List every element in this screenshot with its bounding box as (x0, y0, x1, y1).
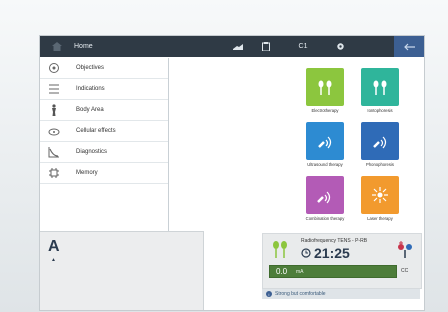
cellular-effects-icon (46, 124, 62, 138)
mode-label: CC (401, 268, 409, 274)
electrodes-icon (273, 241, 287, 258)
menu-item-indications[interactable]: Indications (40, 79, 168, 100)
tile-ultrasound-therapy[interactable] (306, 122, 344, 160)
menu-item-memory[interactable]: Memory (40, 163, 168, 184)
back-button[interactable] (394, 36, 424, 57)
gear-icon (336, 43, 344, 50)
channel-indicator[interactable]: C1 (280, 43, 326, 50)
menu-label: Cellular effects (76, 128, 116, 134)
program-name: Radiofrequency TENS - P-RB (301, 238, 368, 244)
page-title: Home (74, 43, 93, 50)
clipboard-button[interactable] (252, 36, 280, 57)
tile-label: Combination therapy (305, 216, 345, 221)
combination-icon (317, 191, 331, 204)
info-icon: i (266, 291, 272, 297)
tile-label: Phonophoresis (366, 162, 394, 167)
intensity-unit: mA (296, 269, 304, 275)
channel-a-panel[interactable]: A ▲ (40, 231, 204, 310)
intensity-value: 0.0 (276, 267, 288, 276)
clock-icon (301, 248, 311, 258)
channel-letter: A (48, 238, 60, 255)
tile-iontophoresis[interactable] (361, 68, 399, 106)
tile-label: Electrotherapy (311, 108, 339, 113)
body-area-icon (46, 103, 62, 117)
menu-label: Body Area (76, 107, 104, 113)
menu-label: Memory (76, 170, 98, 176)
menu-item-cellular-effects[interactable]: Cellular effects (40, 121, 168, 142)
treatment-status-panel[interactable]: Radiofrequency TENS - P-RB 21:25 0.0 mA … (262, 233, 422, 289)
tile-combination-therapy[interactable] (306, 176, 344, 214)
ultrasound-icon (318, 136, 332, 149)
info-text: Strong but comfortable (275, 291, 326, 297)
device-screen: Home C1 Objectives Indications Body Area (40, 36, 424, 310)
menu-label: Diagnostics (76, 149, 108, 155)
patient-icon (233, 44, 243, 50)
menu-item-diagnostics[interactable]: Diagnostics (40, 142, 168, 163)
clipboard-icon (262, 42, 270, 51)
ultrasound-icon (373, 136, 387, 149)
objectives-icon (46, 61, 62, 75)
tile-label: Iontophoresis (367, 108, 393, 113)
menu-item-objectives[interactable]: Objectives (40, 58, 168, 79)
info-bar: i Strong but comfortable (262, 289, 420, 299)
laser-icon (372, 187, 388, 203)
home-button[interactable] (40, 36, 74, 57)
channel-marker: ▲ (51, 257, 56, 263)
tile-phonophoresis[interactable] (361, 122, 399, 160)
tile-laser-therapy[interactable] (361, 176, 399, 214)
settings-button[interactable] (326, 36, 354, 57)
patient-button[interactable] (224, 36, 252, 57)
polarity-icon (398, 241, 412, 258)
intensity-bar[interactable]: 0.0 mA (269, 265, 397, 278)
timer: 21:25 (301, 245, 350, 261)
menu-label: Objectives (76, 65, 105, 71)
menu-label: Indications (76, 86, 105, 92)
timer-value: 21:25 (314, 245, 350, 261)
electrodes-icon (373, 80, 387, 95)
navigation-menu: Objectives Indications Body Area Cellula… (40, 58, 169, 231)
arrow-left-icon (404, 43, 415, 50)
top-bar: Home C1 (40, 36, 424, 57)
tile-electrotherapy[interactable] (306, 68, 344, 106)
home-icon (52, 42, 62, 51)
tile-label: Ultrasound therapy (307, 162, 343, 167)
electrodes-icon (318, 80, 332, 95)
indications-icon (46, 82, 62, 96)
memory-icon (46, 166, 62, 180)
menu-item-body-area[interactable]: Body Area (40, 100, 168, 121)
tile-label: Laser therapy (367, 216, 393, 221)
diagnostics-icon (46, 145, 62, 159)
